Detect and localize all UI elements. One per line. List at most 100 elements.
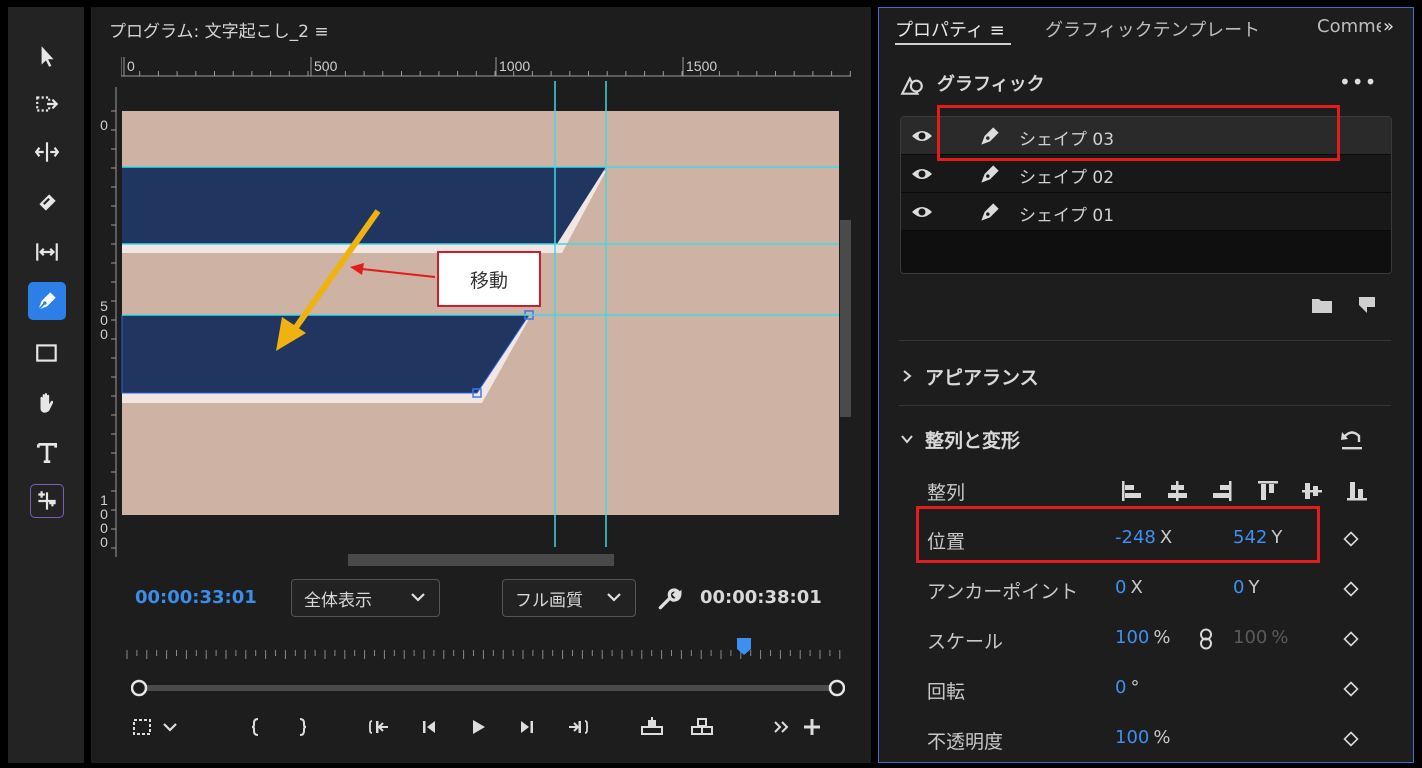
mark-in-icon[interactable] bbox=[241, 710, 271, 744]
anchor-y-value: 0 bbox=[1233, 577, 1245, 598]
play-icon[interactable] bbox=[463, 710, 493, 744]
slip-tool-icon[interactable] bbox=[28, 233, 66, 271]
chevron-down-icon bbox=[411, 593, 425, 602]
zoom-scroll-bar[interactable] bbox=[131, 679, 845, 697]
scale-unit: % bbox=[1153, 627, 1171, 648]
selection-tool-icon[interactable] bbox=[28, 37, 66, 75]
zoom-level-value: 全体表示 bbox=[304, 590, 372, 611]
playback-resolution-select[interactable]: フル画質 bbox=[502, 579, 636, 617]
align-center-vertical-icon[interactable] bbox=[1299, 478, 1325, 504]
reset-transform-icon[interactable] bbox=[1339, 428, 1365, 452]
more-controls-icon[interactable] bbox=[767, 710, 797, 744]
mark-out-icon[interactable] bbox=[287, 710, 317, 744]
callout-pointer bbox=[361, 268, 436, 278]
tab-comments[interactable]: Comme bbox=[1317, 16, 1381, 37]
type-tool-icon[interactable] bbox=[28, 434, 66, 472]
monitor-title-text: プログラム: 文字起こし_2 bbox=[109, 22, 309, 42]
step-forward-icon[interactable] bbox=[512, 710, 542, 744]
hand-tool-icon[interactable] bbox=[28, 384, 66, 422]
remix-tool-icon[interactable] bbox=[30, 484, 64, 518]
keyframe-diamond-icon[interactable] bbox=[1343, 731, 1359, 747]
more-options-icon[interactable]: ••• bbox=[1339, 70, 1377, 94]
zoom-level-select[interactable]: 全体表示 bbox=[291, 579, 440, 617]
tab-properties-label: プロパティ bbox=[895, 20, 984, 41]
time-ruler[interactable] bbox=[125, 635, 845, 665]
razor-tool-icon[interactable] bbox=[28, 183, 66, 221]
tab-properties[interactable]: プロパティ ≡ bbox=[895, 16, 1005, 42]
tabs-overflow-icon[interactable]: » bbox=[1383, 16, 1394, 37]
ripple-edit-tool-icon[interactable] bbox=[28, 133, 66, 171]
scale-height-field[interactable]: 100% bbox=[1233, 627, 1288, 648]
monitor-title[interactable]: プログラム: 文字起こし_2 ≡ bbox=[109, 17, 329, 42]
highlight-box-layer bbox=[937, 105, 1340, 161]
opacity-label: 不透明度 bbox=[927, 731, 1004, 753]
monitor-menu-icon[interactable]: ≡ bbox=[314, 22, 328, 42]
align-center-horizontal-icon[interactable] bbox=[1164, 478, 1190, 504]
rectangle-tool-icon[interactable] bbox=[28, 334, 66, 372]
rotation-value: 0 bbox=[1115, 677, 1127, 698]
anchor-y-unit: Y bbox=[1248, 577, 1260, 598]
rotation-field[interactable]: 0 ° bbox=[1115, 677, 1139, 698]
lift-icon[interactable] bbox=[637, 710, 667, 744]
tab-menu-icon[interactable]: ≡ bbox=[990, 20, 1005, 41]
program-monitor: プログラム: 文字起こし_2 ≡ 0 500 1000 1500 0 5 0 0… bbox=[91, 7, 871, 763]
tab-graphic-templates[interactable]: グラフィックテンプレート bbox=[1045, 16, 1260, 42]
new-layer-icon[interactable] bbox=[1357, 295, 1377, 315]
align-right-icon[interactable] bbox=[1209, 478, 1235, 504]
extract-icon[interactable] bbox=[687, 710, 717, 744]
button-editor-plus-icon[interactable] bbox=[797, 710, 827, 744]
video-canvas[interactable] bbox=[121, 81, 839, 547]
visibility-eye-icon[interactable] bbox=[911, 165, 933, 183]
chevron-right-icon bbox=[903, 370, 912, 382]
visibility-eye-icon[interactable] bbox=[911, 203, 933, 221]
go-to-out-icon[interactable] bbox=[562, 710, 592, 744]
scale-field[interactable]: 100% bbox=[1115, 627, 1170, 648]
pen-tool-icon[interactable] bbox=[28, 282, 66, 320]
canvas-vertical-scrollbar[interactable] bbox=[840, 220, 851, 417]
appearance-section-header[interactable]: アピアランス bbox=[899, 363, 1039, 390]
keyframe-diamond-icon[interactable] bbox=[1343, 631, 1359, 647]
anchor-x-value: 0 bbox=[1115, 577, 1127, 598]
scale-height-unit: % bbox=[1271, 627, 1289, 648]
tools-panel bbox=[8, 7, 84, 763]
go-to-in-icon[interactable] bbox=[365, 710, 395, 744]
anchor-y-field[interactable]: 0Y bbox=[1233, 577, 1259, 598]
align-transform-section-header[interactable]: 整列と変形 bbox=[899, 426, 1020, 453]
section-divider bbox=[899, 340, 1391, 341]
opacity-field[interactable]: 100% bbox=[1115, 727, 1170, 748]
layer-name: シェイプ 01 bbox=[1019, 206, 1115, 226]
opacity-value: 100 bbox=[1115, 727, 1150, 748]
safe-margins-icon[interactable] bbox=[127, 710, 157, 744]
canvas-graphics bbox=[121, 81, 839, 547]
playback-resolution-value: フル画質 bbox=[515, 590, 583, 611]
new-group-folder-icon[interactable] bbox=[1311, 296, 1333, 314]
scale-height-value: 100 bbox=[1233, 627, 1268, 648]
layer-item[interactable]: シェイプ 01 bbox=[901, 193, 1391, 231]
anchor-x-unit: X bbox=[1130, 577, 1143, 598]
keyframe-diamond-icon[interactable] bbox=[1343, 681, 1359, 697]
align-bottom-icon[interactable] bbox=[1344, 478, 1370, 504]
anchor-point-label: アンカーポイント bbox=[927, 581, 1079, 603]
settings-chevron-down-icon[interactable] bbox=[155, 710, 185, 744]
align-left-icon[interactable] bbox=[1119, 478, 1145, 504]
link-chain-icon[interactable] bbox=[1197, 628, 1215, 650]
ruler-label-0: 0 bbox=[127, 58, 135, 74]
canvas-horizontal-scrollbar[interactable] bbox=[348, 554, 614, 566]
current-timecode[interactable]: 00:00:33:01 bbox=[135, 587, 257, 608]
highlight-box-position bbox=[916, 506, 1320, 563]
keyframe-diamond-icon[interactable] bbox=[1343, 531, 1359, 547]
anchor-x-field[interactable]: 0X bbox=[1115, 577, 1143, 598]
shape-pen-icon bbox=[981, 165, 999, 183]
horizontal-ruler: 0 500 1000 1500 bbox=[121, 53, 851, 83]
transport-controls bbox=[121, 710, 851, 746]
step-back-icon[interactable] bbox=[414, 710, 444, 744]
scale-value: 100 bbox=[1115, 627, 1150, 648]
layer-name: シェイプ 02 bbox=[1019, 168, 1115, 188]
align-top-icon[interactable] bbox=[1255, 478, 1281, 504]
shape-pen-icon bbox=[981, 203, 999, 221]
keyframe-diamond-icon[interactable] bbox=[1343, 581, 1359, 597]
section-divider bbox=[899, 405, 1391, 406]
track-select-tool-icon[interactable] bbox=[28, 85, 66, 123]
visibility-eye-icon[interactable] bbox=[911, 127, 933, 145]
wrench-icon[interactable] bbox=[656, 586, 682, 612]
